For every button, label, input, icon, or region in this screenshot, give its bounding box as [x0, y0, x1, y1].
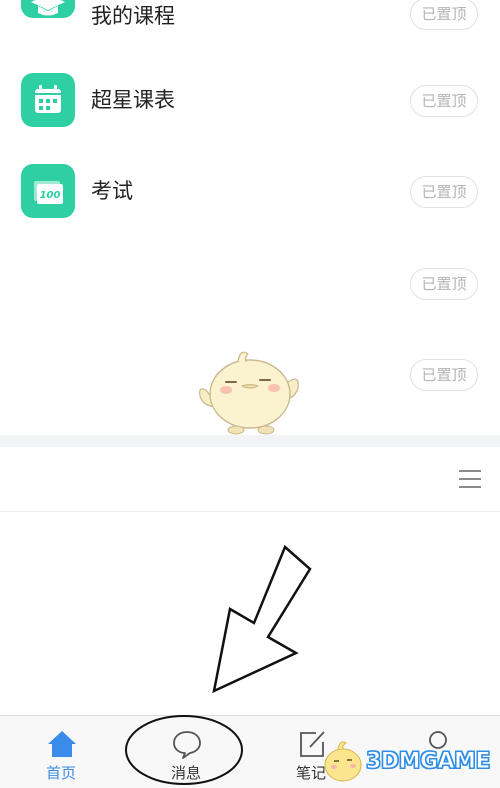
tab-label: 首页 — [45, 764, 76, 782]
row-label: 超星课表 — [91, 88, 175, 112]
home-icon — [48, 731, 76, 757]
mascot-illustration — [199, 351, 299, 435]
section-header — [0, 447, 500, 512]
watermark-mascot-icon — [324, 741, 362, 782]
exam-icon-text: 100 — [40, 190, 61, 201]
pinned-badge[interactable]: 已置顶 — [410, 359, 478, 391]
row-label: 考试 — [91, 179, 133, 203]
menu-lines-icon[interactable] — [459, 469, 481, 489]
pinned-badge[interactable]: 已置顶 — [410, 268, 478, 300]
pinned-badge[interactable]: 已置顶 — [410, 0, 478, 30]
annotation-ellipse — [125, 715, 243, 785]
pinned-badge[interactable]: 已置顶 — [410, 176, 478, 208]
exam-100-icon: 100 — [21, 164, 75, 218]
watermark: 3DMGAME — [318, 735, 500, 787]
list-item-my-courses[interactable]: 我的课程 已置顶 — [0, 0, 500, 56]
watermark-text: 3DMGAME — [366, 749, 491, 775]
list-item-course-schedule[interactable]: 超星课表 已置顶 — [0, 72, 500, 164]
list-item-exam[interactable]: 100 考试 已置顶 — [0, 163, 500, 255]
calendar-icon — [21, 73, 75, 127]
tab-home[interactable]: 首页 — [16, 716, 106, 788]
list-item-empty[interactable]: 已置顶 — [0, 254, 500, 346]
pinned-badge[interactable]: 已置顶 — [410, 85, 478, 117]
row-label: 我的课程 — [91, 4, 175, 28]
section-separator — [0, 435, 500, 447]
graduation-cap-icon — [21, 0, 75, 18]
annotation-arrow — [212, 545, 312, 694]
